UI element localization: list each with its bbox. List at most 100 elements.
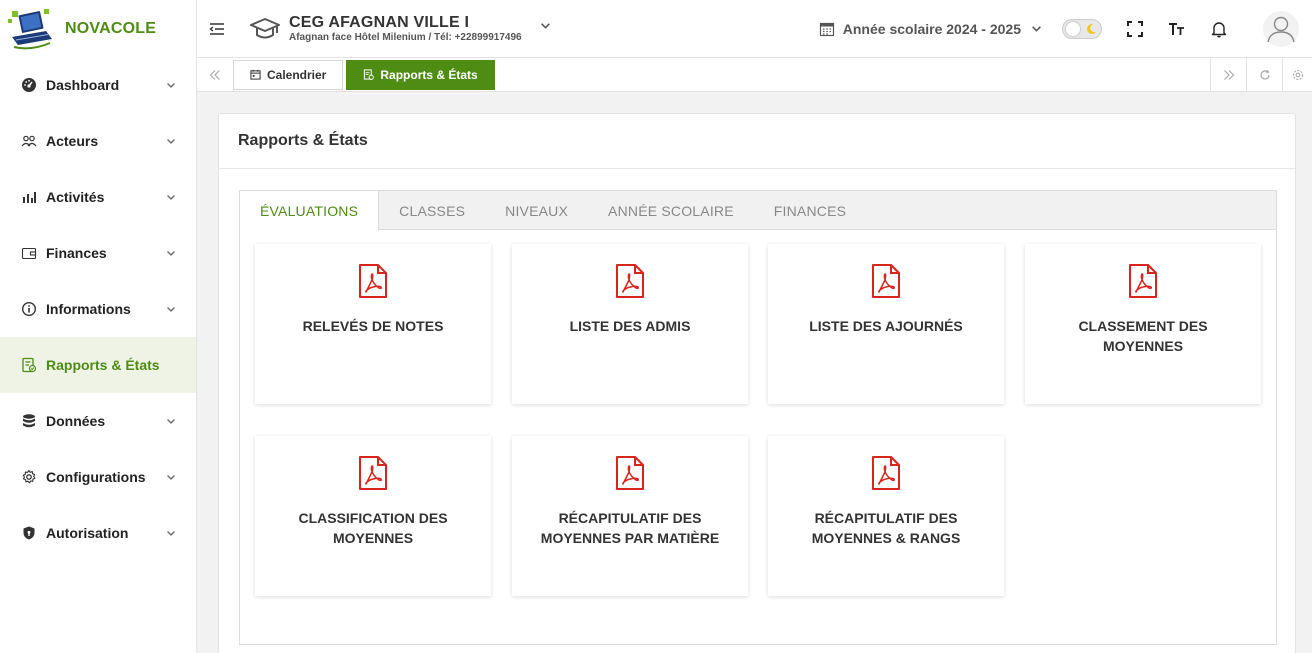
bell-icon[interactable] <box>1210 20 1228 38</box>
tab-evaluations[interactable]: ÉVALUATIONS <box>240 191 380 231</box>
sidebar-item-label: Finances <box>46 245 107 261</box>
dark-mode-toggle[interactable] <box>1062 18 1102 39</box>
laptop-logo-icon <box>8 8 52 49</box>
calendar-icon <box>819 22 834 36</box>
sidebar-item-label: Autorisation <box>46 525 129 541</box>
sidebar-item-autorisation[interactable]: Autorisation <box>0 505 196 561</box>
menu-toggle-icon[interactable] <box>208 20 226 38</box>
tab-finances[interactable]: FINANCES <box>754 191 866 230</box>
sidebar-item-activites[interactable]: Activités <box>0 169 196 225</box>
wallet-icon <box>21 247 37 260</box>
school-address: Afagnan face Hôtel Milenium / Tél: +2289… <box>289 31 522 43</box>
refresh-icon <box>1259 69 1270 80</box>
report-tabs: ÉVALUATIONS CLASSES NIVEAUX ANNÉE SCOLAI… <box>240 191 1276 231</box>
report-card-classification-des-moyennes[interactable]: CLASSIFICATION DES MOYENNES <box>255 436 491 596</box>
pdf-file-icon <box>872 456 900 490</box>
report-card-label: RELEVÉS DE NOTES <box>302 318 444 334</box>
report-card-liste-des-ajournes[interactable]: LISTE DES AJOURNÉS <box>768 244 1004 404</box>
report-card-recap-moyennes-par-matiere[interactable]: RÉCAPITULATIF DES MOYENNES PAR MATIÈRE <box>512 436 748 596</box>
font-size-icon[interactable] <box>1168 20 1186 38</box>
page-title: Rapports & États <box>219 114 1295 169</box>
school-name: CEG AFAGNAN VILLE I <box>289 13 470 31</box>
school-year-label: Année scolaire 2024 - 2025 <box>842 20 1021 37</box>
sidebar-item-rapports[interactable]: Rapports & États <box>0 337 196 393</box>
sidebar-item-label: Rapports & États <box>46 357 160 373</box>
double-chevron-left-icon <box>209 69 220 80</box>
report-card-label: RÉCAPITULATIF DES MOYENNES & RANGS <box>811 510 961 546</box>
pdf-file-icon <box>872 264 900 298</box>
fullscreen-icon[interactable] <box>1126 20 1144 38</box>
tab-label: Rapports & États <box>380 67 478 82</box>
sidebar-item-label: Données <box>46 413 106 429</box>
sidebar-item-finances[interactable]: Finances <box>0 225 196 281</box>
chevron-down-icon <box>167 251 175 256</box>
report-card-label: LISTE DES ADMIS <box>569 318 691 334</box>
report-card-classement-des-moyennes[interactable]: CLASSEMENT DES MOYENNES <box>1025 244 1261 404</box>
chevron-down-icon <box>167 475 175 480</box>
calendar-icon <box>250 69 261 80</box>
chevron-down-icon <box>167 139 175 144</box>
info-icon <box>21 301 37 317</box>
sidebar: NOVACOLE Dashboard Acteurs Activités Fin… <box>0 0 197 653</box>
chevron-down-icon <box>167 195 175 200</box>
tab-classes[interactable]: CLASSES <box>379 191 485 230</box>
tab-settings-button[interactable] <box>1282 57 1312 92</box>
tab-rapports-etats[interactable]: Rapports & États <box>346 59 495 90</box>
gear-icon <box>1292 69 1303 80</box>
users-icon <box>21 135 37 147</box>
pdf-file-icon <box>359 456 387 490</box>
sidebar-nav: Dashboard Acteurs Activités Finances Inf… <box>0 57 196 561</box>
database-icon <box>23 414 35 428</box>
reports-panel: Rapports & États ÉVALUATIONS CLASSES NIV… <box>218 113 1296 653</box>
sidebar-item-label: Acteurs <box>46 133 99 149</box>
report-card-label: CLASSIFICATION DES MOYENNES <box>298 510 448 546</box>
tab-annee-scolaire[interactable]: ANNÉE SCOLAIRE <box>588 191 754 230</box>
chevron-down-icon <box>167 419 175 424</box>
top-header: CEG AFAGNAN VILLE I Afagnan face Hôtel M… <box>197 0 1312 58</box>
tab-calendrier[interactable]: Calendrier <box>233 59 344 90</box>
gear-icon <box>22 469 36 484</box>
sidebar-item-informations[interactable]: Informations <box>0 281 196 337</box>
school-selector[interactable]: CEG AFAGNAN VILLE I Afagnan face Hôtel M… <box>289 14 522 44</box>
report-card-label: CLASSEMENT DES MOYENNES <box>1078 318 1208 354</box>
double-chevron-right-icon <box>1223 69 1234 80</box>
report-card-liste-des-admis[interactable]: LISTE DES ADMIS <box>512 244 748 404</box>
pdf-file-icon <box>359 264 387 298</box>
chevron-down-icon <box>1032 26 1041 32</box>
school-year-selector[interactable]: Année scolaire 2024 - 2025 <box>819 21 1042 37</box>
report-card-releves-de-notes[interactable]: RELEVÉS DE NOTES <box>255 244 491 404</box>
chevron-down-icon <box>167 307 175 312</box>
report-card-recap-moyennes-rangs[interactable]: RÉCAPITULATIF DES MOYENNES & RANGS <box>768 436 1004 596</box>
chevron-down-icon[interactable] <box>540 20 551 31</box>
toggle-knob <box>1066 21 1080 36</box>
tab-label: Calendrier <box>267 67 327 82</box>
sidebar-item-label: Activités <box>46 189 105 205</box>
scroll-tabs-left-button[interactable] <box>197 58 233 92</box>
moon-icon <box>1087 23 1096 34</box>
user-avatar-icon[interactable] <box>1262 10 1300 48</box>
sidebar-item-label: Informations <box>46 301 131 317</box>
graduation-cap-icon <box>250 17 280 38</box>
pdf-file-icon <box>616 456 644 490</box>
refresh-button[interactable] <box>1246 57 1282 92</box>
sidebar-item-label: Dashboard <box>46 77 120 93</box>
pdf-file-icon <box>1129 264 1157 298</box>
bar-chart-icon <box>23 192 36 203</box>
chevron-down-icon <box>167 83 175 88</box>
report-icon <box>364 69 375 80</box>
sidebar-item-acteurs[interactable]: Acteurs <box>0 113 196 169</box>
report-card-label: RÉCAPITULATIF DES MOYENNES PAR MATIÈRE <box>540 510 720 546</box>
sidebar-item-donnees[interactable]: Données <box>0 393 196 449</box>
gauge-icon <box>22 78 36 92</box>
report-card-label: LISTE DES AJOURNÉS <box>809 318 963 334</box>
scroll-tabs-right-button[interactable] <box>1210 57 1246 92</box>
report-tabset: ÉVALUATIONS CLASSES NIVEAUX ANNÉE SCOLAI… <box>239 190 1277 645</box>
report-icon <box>22 357 37 373</box>
chevron-down-icon <box>167 531 175 536</box>
sidebar-item-configurations[interactable]: Configurations <box>0 449 196 505</box>
brand-name: NOVACOLE <box>65 19 157 37</box>
sidebar-item-dashboard[interactable]: Dashboard <box>0 57 196 113</box>
tab-niveaux[interactable]: NIVEAUX <box>485 191 588 230</box>
sidebar-item-label: Configurations <box>46 469 146 485</box>
brand[interactable]: NOVACOLE <box>0 0 196 57</box>
